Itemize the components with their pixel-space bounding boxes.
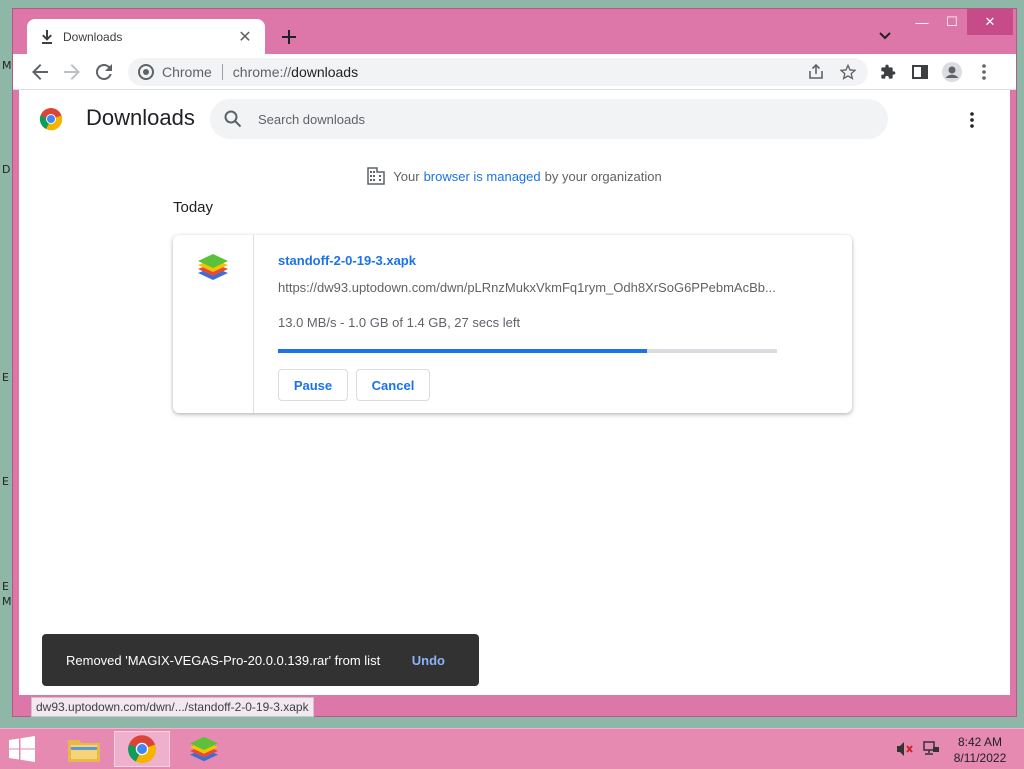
- omnibox-chip-label: Chrome: [162, 64, 212, 80]
- chrome-logo-icon: [128, 735, 156, 764]
- search-input[interactable]: [256, 110, 888, 128]
- back-arrow-icon: [32, 64, 48, 80]
- pause-button[interactable]: Pause: [278, 369, 348, 401]
- download-source-url[interactable]: https://dw93.uptodown.com/dwn/pLRnzMukxV…: [278, 280, 778, 295]
- undo-button[interactable]: Undo: [412, 653, 445, 668]
- desktop-icon-label: M: [2, 595, 12, 608]
- taskbar: 8:42 AM 8/11/2022: [0, 728, 1024, 769]
- taskbar-file-explorer[interactable]: [56, 731, 112, 767]
- taskbar-clock[interactable]: 8:42 AM 8/11/2022: [948, 734, 1012, 766]
- profile-button[interactable]: [938, 58, 966, 86]
- puzzle-icon: [881, 64, 896, 79]
- managed-link[interactable]: browser is managed: [424, 169, 541, 184]
- toast-message: Removed 'MAGIX-VEGAS-Pro-20.0.0.139.rar'…: [66, 652, 381, 668]
- bluestacks-icon: [189, 736, 219, 762]
- address-bar[interactable]: Chrome chrome://downloads: [128, 58, 868, 86]
- file-icon-column: [173, 235, 254, 413]
- reload-button[interactable]: [90, 58, 118, 86]
- search-box[interactable]: [210, 99, 888, 139]
- reload-icon: [96, 64, 112, 80]
- omnibox-divider: [221, 64, 223, 80]
- managed-prefix: Your: [393, 168, 420, 184]
- bluestacks-file-icon: [198, 254, 228, 280]
- url-scheme: chrome://: [232, 64, 292, 80]
- browser-window: Downloads ✕ — ☐ ✕ Chrome chrome://downlo…: [12, 8, 1017, 717]
- kebab-menu-icon: [982, 64, 986, 80]
- chrome-logo-icon: [39, 108, 63, 131]
- forward-arrow-icon: [64, 64, 80, 80]
- taskbar-chrome[interactable]: [114, 731, 170, 767]
- tab-title: Downloads: [63, 30, 123, 44]
- tab-downloads[interactable]: Downloads ✕: [27, 19, 265, 55]
- clock-date: 8/11/2022: [953, 751, 1007, 765]
- building-icon: [367, 167, 386, 185]
- windows-logo-icon: [9, 736, 35, 762]
- extensions-button[interactable]: [874, 58, 902, 86]
- desktop-icon-label: E: [2, 475, 9, 488]
- chrome-menu-button[interactable]: [970, 58, 998, 86]
- share-button[interactable]: [802, 58, 830, 86]
- download-file-link[interactable]: standoff-2-0-19-3.xapk: [278, 253, 416, 268]
- browser-toolbar: Chrome chrome://downloads: [13, 54, 1016, 90]
- taskbar-bluestacks[interactable]: [176, 731, 232, 767]
- page-title: Downloads: [86, 105, 195, 130]
- new-tab-button[interactable]: [277, 25, 301, 49]
- bookmark-button[interactable]: [834, 58, 862, 86]
- star-icon: [840, 64, 856, 80]
- share-icon: [809, 64, 823, 79]
- url-text: chrome://downloads: [233, 64, 358, 80]
- link-status-bar: dw93.uptodown.com/dwn/.../standoff-2-0-1…: [31, 697, 314, 717]
- date-section-header: Today: [173, 199, 214, 216]
- more-actions-button[interactable]: [960, 108, 984, 132]
- kebab-menu-icon: [970, 112, 974, 128]
- system-tray: [896, 741, 940, 757]
- download-progress-fill: [278, 349, 648, 353]
- tab-strip: Downloads ✕ — ☐ ✕: [13, 9, 1016, 55]
- avatar-icon: [942, 62, 962, 82]
- minimize-button[interactable]: —: [909, 9, 935, 35]
- side-panel-button[interactable]: [906, 58, 934, 86]
- network-icon[interactable]: [922, 741, 940, 757]
- close-window-button[interactable]: ✕: [967, 9, 1013, 35]
- tab-search-button[interactable]: [875, 26, 895, 46]
- url-host: downloads: [291, 64, 359, 80]
- chevron-down-icon: [879, 32, 891, 40]
- close-tab-icon[interactable]: ✕: [237, 29, 253, 46]
- download-status-text: 13.0 MB/s - 1.0 GB of 1.4 GB, 27 secs le…: [278, 315, 521, 330]
- chrome-icon: [138, 64, 154, 80]
- managed-notice: Your browser is managed by your organiza…: [19, 167, 1010, 185]
- downloads-header: Downloads: [19, 90, 1010, 148]
- managed-suffix: by your organization: [544, 168, 662, 184]
- desktop-icon-label: E: [2, 580, 9, 593]
- side-panel-icon: [912, 65, 928, 79]
- start-button[interactable]: [8, 736, 38, 762]
- download-progress-bar: [278, 349, 777, 353]
- forward-button[interactable]: [58, 58, 86, 86]
- removed-toast: Removed 'MAGIX-VEGAS-Pro-20.0.0.139.rar'…: [42, 634, 479, 686]
- back-button[interactable]: [26, 58, 54, 86]
- maximize-button[interactable]: ☐: [939, 9, 965, 35]
- downloads-page: Downloads Your browser is managed by you…: [19, 90, 1010, 695]
- clock-time: 8:42 AM: [957, 735, 1003, 749]
- download-icon: [39, 29, 55, 45]
- folder-icon: [68, 740, 100, 762]
- volume-muted-icon[interactable]: [896, 741, 914, 757]
- search-icon: [224, 110, 242, 128]
- download-item-card: standoff-2-0-19-3.xapk https://dw93.upto…: [173, 235, 852, 413]
- desktop-icon-label: D: [2, 163, 11, 176]
- plus-icon: [282, 30, 296, 44]
- desktop-icon-label: M: [2, 59, 12, 72]
- cancel-button[interactable]: Cancel: [356, 369, 430, 401]
- desktop-icon-label: E: [2, 371, 9, 384]
